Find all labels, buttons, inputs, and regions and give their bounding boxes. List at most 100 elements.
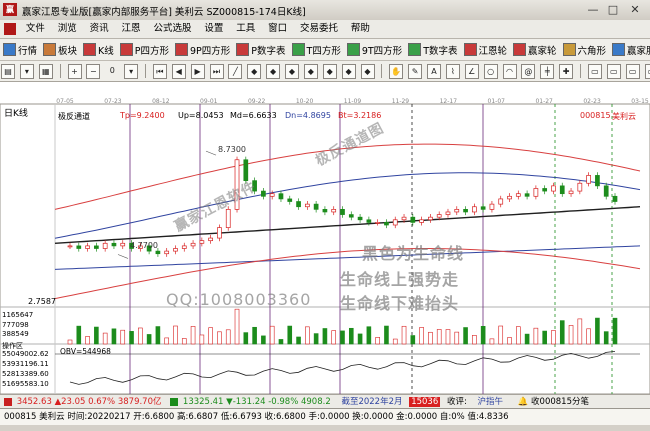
volume-bar xyxy=(410,335,416,345)
toolbar-item-0[interactable]: 行情 xyxy=(0,39,40,60)
diamond-icon[interactable]: ◆ xyxy=(247,64,262,79)
fan-icon[interactable]: ⌇ xyxy=(445,64,460,79)
toolbar-item-6[interactable]: T四方形 xyxy=(289,39,344,60)
volume-bar xyxy=(445,329,451,345)
menu-file[interactable]: 文件 xyxy=(21,20,50,38)
minimize-button[interactable]: — xyxy=(584,2,602,17)
select-icon[interactable]: ▾ xyxy=(19,64,34,79)
stock-code-label: 000815 xyxy=(580,111,611,120)
zoom-in-icon[interactable]: + xyxy=(67,64,82,79)
menu-browse[interactable]: 浏览 xyxy=(53,20,82,38)
candle-body xyxy=(225,209,231,228)
candle-body xyxy=(287,198,293,202)
table-icon xyxy=(408,43,422,56)
hand-icon[interactable]: ✋ xyxy=(389,64,404,79)
menu-formula[interactable]: 公式选股 xyxy=(148,20,196,38)
diamond5-icon[interactable]: ◆ xyxy=(322,64,337,79)
candle-body xyxy=(190,242,196,247)
diamond6-icon[interactable]: ◆ xyxy=(341,64,356,79)
angle-icon[interactable]: ∠ xyxy=(464,64,479,79)
panel-3-icon[interactable]: ▭ xyxy=(625,64,640,79)
volume-axis-2: 777098 xyxy=(2,321,29,329)
candle-body xyxy=(612,195,618,202)
ruler-icon[interactable]: ╪ xyxy=(540,64,555,79)
menu-news[interactable]: 资讯 xyxy=(85,20,114,38)
draw-line-icon[interactable]: ╱ xyxy=(228,64,243,79)
candle-body xyxy=(278,193,284,200)
menu-settings[interactable]: 设置 xyxy=(199,20,228,38)
toolbar-item-3[interactable]: P四方形 xyxy=(117,39,172,60)
info-code: 000815 美利云 xyxy=(4,412,65,422)
volume-bar xyxy=(85,336,90,345)
menu-tools[interactable]: 工具 xyxy=(231,20,260,38)
diamond4-icon[interactable]: ◆ xyxy=(303,64,318,79)
candle-body xyxy=(419,219,424,223)
candle-body xyxy=(199,240,205,244)
lifeline xyxy=(54,206,641,244)
index1-change: ▲23.05 0.67% 3879.70亿 xyxy=(54,397,162,407)
volume-bar xyxy=(138,327,143,345)
toolbar-item-5[interactable]: P数字表 xyxy=(233,39,288,60)
circle-icon[interactable]: ○ xyxy=(483,64,498,79)
volume-bar xyxy=(102,332,108,345)
toolbar-item-label: 板块 xyxy=(58,45,78,57)
toolbar-item-7[interactable]: 9T四方形 xyxy=(344,39,405,60)
panel-2-icon[interactable]: ▭ xyxy=(606,64,621,79)
toolbar-item-9[interactable]: 江恩轮 xyxy=(461,39,511,60)
menu-help[interactable]: 帮助 xyxy=(346,20,375,38)
menu-gann[interactable]: 江恩 xyxy=(117,20,146,38)
volume-bar xyxy=(155,326,161,345)
volume-bar xyxy=(454,331,460,345)
obv-axis-1: 55049002.62 xyxy=(2,350,49,358)
arc-icon[interactable]: ◠ xyxy=(502,64,517,79)
panel-4-icon[interactable]: ▭ xyxy=(644,64,650,79)
toolbar-item-2[interactable]: K线 xyxy=(80,39,117,60)
service-icon xyxy=(612,43,626,56)
grid-icon xyxy=(3,43,16,56)
maximize-button[interactable]: □ xyxy=(604,2,622,17)
prev-icon[interactable]: ◀ xyxy=(171,64,186,79)
index1-value[interactable]: 3452.63 xyxy=(17,397,52,407)
dropdown-icon[interactable]: ▾ xyxy=(124,64,139,79)
grid-icon[interactable]: ▦ xyxy=(38,64,53,79)
candle-body xyxy=(120,242,126,247)
menu-window[interactable]: 窗口 xyxy=(263,20,292,38)
market-label[interactable]: 沪指午 xyxy=(478,397,504,407)
candle-body xyxy=(463,209,468,213)
volume-bar xyxy=(217,331,222,345)
last-icon[interactable]: ⏭ xyxy=(209,64,224,79)
zoom-out-icon[interactable]: − xyxy=(86,64,101,79)
menu-trade[interactable]: 交易委托 xyxy=(295,20,343,38)
volume-bar xyxy=(278,339,284,345)
diamond7-icon[interactable]: ◆ xyxy=(360,64,375,79)
obv-axis-3: 52813389.60 xyxy=(2,370,49,378)
cross-icon[interactable]: ✚ xyxy=(559,64,574,79)
close-button[interactable]: ✕ xyxy=(626,2,644,17)
candle-body xyxy=(76,245,82,249)
swirl-icon[interactable]: @ xyxy=(521,64,536,79)
toolbar-item-11[interactable]: 六角形 xyxy=(560,39,610,60)
cursor-icon[interactable]: ▤ xyxy=(1,64,15,79)
volume-bar xyxy=(533,327,539,345)
toolbar-item-12[interactable]: 赢家服务 xyxy=(609,39,650,60)
volume-bar xyxy=(524,333,530,345)
panel-1-icon[interactable]: ▭ xyxy=(587,64,602,79)
stock-name-label: 美利云 xyxy=(612,112,636,121)
first-icon[interactable]: ⏮ xyxy=(152,64,167,79)
next-icon[interactable]: ▶ xyxy=(190,64,205,79)
index2-value[interactable]: 13325.41 xyxy=(183,397,224,407)
toolbar-item-4[interactable]: 9P四方形 xyxy=(172,39,233,60)
diamond3-icon[interactable]: ◆ xyxy=(285,64,299,79)
toolbar-item-10[interactable]: 赢家轮 xyxy=(510,39,560,60)
toolbar-item-1[interactable]: 板块 xyxy=(40,39,80,60)
text-icon[interactable]: A xyxy=(427,64,441,79)
diamond2-icon[interactable]: ◆ xyxy=(266,64,281,79)
volume-bar xyxy=(261,335,266,345)
candle-body xyxy=(269,193,275,197)
pencil-icon[interactable]: ✎ xyxy=(408,64,423,79)
candle-body xyxy=(489,203,495,210)
stock-ticker-right[interactable]: 收000815分笔 xyxy=(531,397,589,407)
toolbar-item-8[interactable]: T数字表 xyxy=(405,39,460,60)
candle-body xyxy=(155,250,161,255)
zoom-level[interactable]: 0 xyxy=(105,64,119,77)
